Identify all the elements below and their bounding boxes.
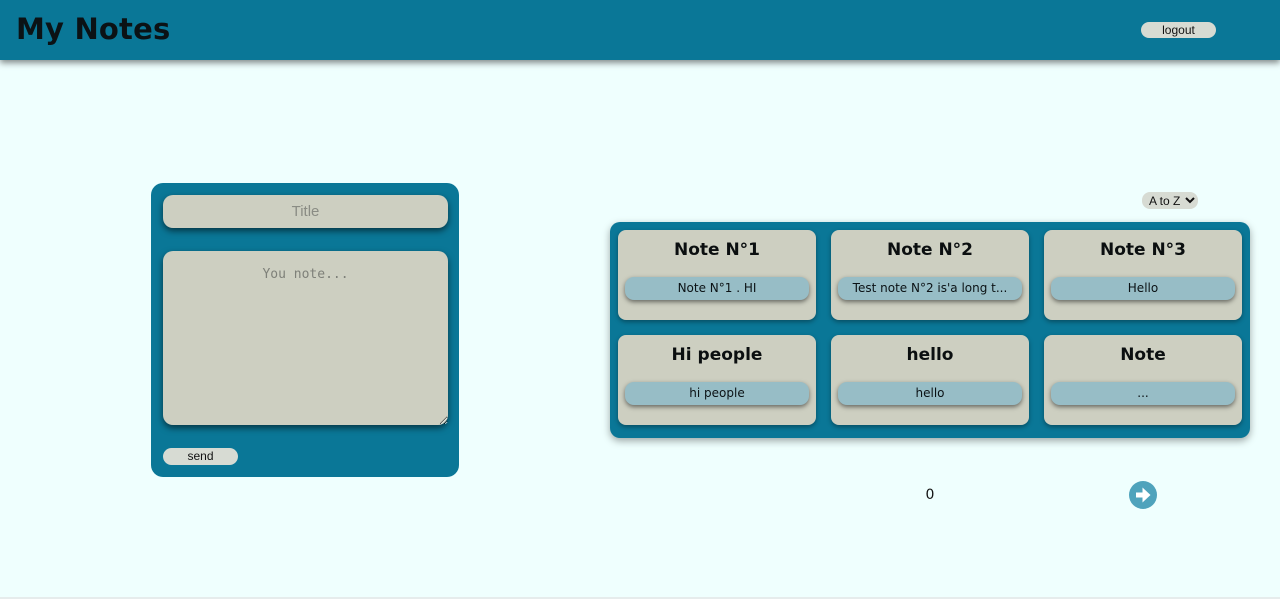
- note-card[interactable]: Note ...: [1044, 335, 1242, 425]
- app-title: My Notes: [16, 12, 171, 46]
- note-title: Note N°1: [673, 240, 761, 260]
- note-form: send: [151, 183, 459, 477]
- send-button[interactable]: send: [163, 448, 238, 465]
- page-number: 0: [925, 487, 935, 503]
- note-card[interactable]: hello hello: [831, 335, 1029, 425]
- note-preview[interactable]: Hello: [1051, 277, 1235, 300]
- note-title: hello: [906, 345, 954, 365]
- arrow-right-circle-icon: [1136, 487, 1151, 503]
- note-card[interactable]: Note N°2 Test note N°2 is'a long t...: [831, 230, 1029, 320]
- title-input[interactable]: [163, 195, 448, 228]
- next-page-button[interactable]: [1129, 481, 1157, 509]
- note-title: Note: [1120, 345, 1166, 365]
- logout-button[interactable]: logout: [1141, 22, 1216, 38]
- note-preview[interactable]: ...: [1051, 382, 1235, 405]
- note-card[interactable]: Note N°3 Hello: [1044, 230, 1242, 320]
- note-title: Note N°2: [886, 240, 974, 260]
- notes-panel: Note N°1 Note N°1 . HI Note N°2 Test not…: [610, 222, 1250, 438]
- note-title: Hi people: [671, 345, 763, 365]
- note-preview[interactable]: Note N°1 . HI: [625, 277, 809, 300]
- note-card[interactable]: Note N°1 Note N°1 . HI: [618, 230, 816, 320]
- note-preview[interactable]: Test note N°2 is'a long t...: [838, 277, 1022, 300]
- note-card[interactable]: Hi people hi people: [618, 335, 816, 425]
- notes-grid: Note N°1 Note N°1 . HI Note N°2 Test not…: [618, 230, 1242, 425]
- sort-select[interactable]: A to Z: [1142, 192, 1198, 209]
- top-header: My Notes logout: [0, 0, 1280, 60]
- note-title: Note N°3: [1099, 240, 1187, 260]
- note-textarea[interactable]: [163, 251, 448, 425]
- note-preview[interactable]: hello: [838, 382, 1022, 405]
- note-preview[interactable]: hi people: [625, 382, 809, 405]
